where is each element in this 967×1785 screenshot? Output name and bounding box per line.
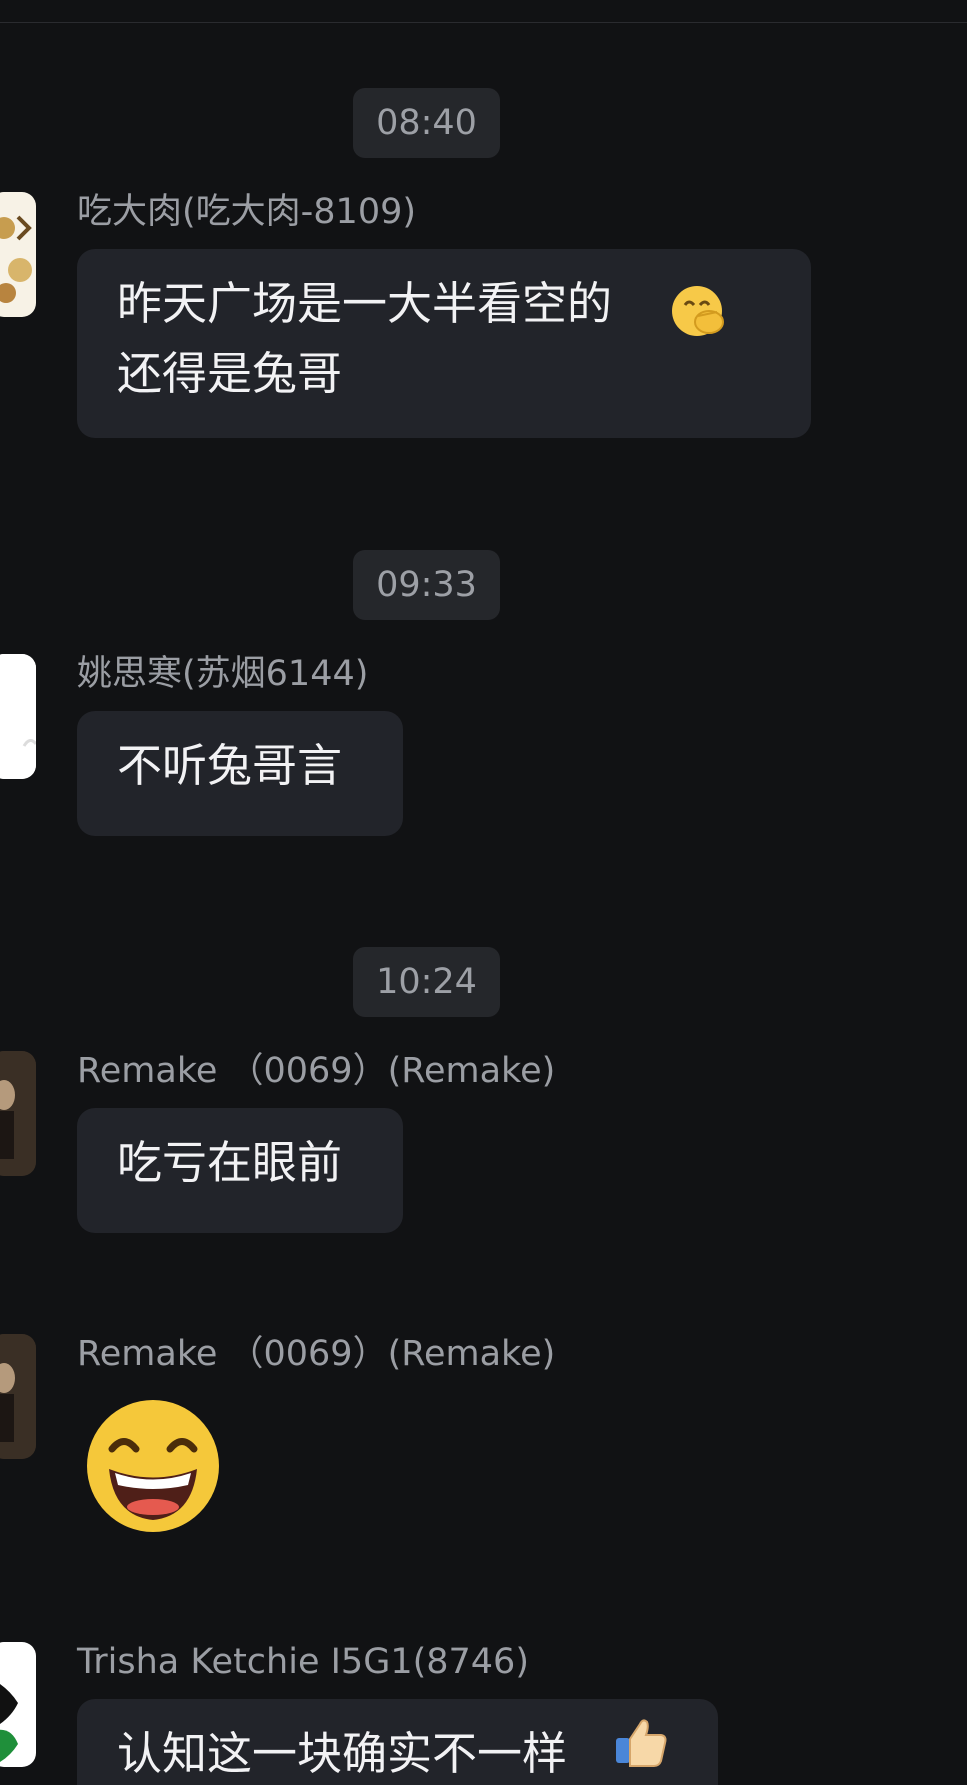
- avatar[interactable]: [0, 654, 36, 779]
- message-bubble[interactable]: 不听兔哥言: [77, 711, 403, 836]
- sender-name[interactable]: 姚思寒(苏烟6144): [77, 652, 368, 696]
- sender-name[interactable]: Trisha Ketchie I5G1(8746): [77, 1640, 529, 1684]
- thumbs-up-emoji: [616, 1719, 667, 1767]
- avatar[interactable]: [0, 1642, 36, 1767]
- message-text: 吃亏在眼前: [117, 1136, 343, 1189]
- message-bubble[interactable]: 认知这一块确实不一样: [77, 1699, 718, 1785]
- top-divider: [0, 22, 967, 23]
- timestamp-divider: 09:33: [353, 550, 500, 620]
- avatar[interactable]: [0, 1334, 36, 1459]
- sender-name[interactable]: 吃大肉(吃大肉-8109): [77, 190, 416, 234]
- sender-name[interactable]: Remake （0069）(Remake): [77, 1332, 555, 1376]
- message-text: 昨天广场是一大半看空的 还得是兔哥: [117, 277, 613, 400]
- message-text: 认知这一块确实不一样: [117, 1727, 568, 1780]
- hand-over-mouth-emoji: [672, 286, 724, 336]
- message-bubble[interactable]: 昨天广场是一大半看空的 还得是兔哥: [77, 249, 811, 438]
- avatar[interactable]: [0, 1051, 36, 1176]
- timestamp-divider: 10:24: [353, 947, 500, 1017]
- message-bubble[interactable]: 吃亏在眼前: [77, 1108, 403, 1233]
- sender-name[interactable]: Remake （0069）(Remake): [77, 1049, 555, 1093]
- avatar[interactable]: [0, 192, 36, 317]
- grinning-face-emoji[interactable]: [84, 1397, 222, 1535]
- message-text: 不听兔哥言: [117, 739, 343, 792]
- timestamp-divider: 08:40: [353, 88, 500, 158]
